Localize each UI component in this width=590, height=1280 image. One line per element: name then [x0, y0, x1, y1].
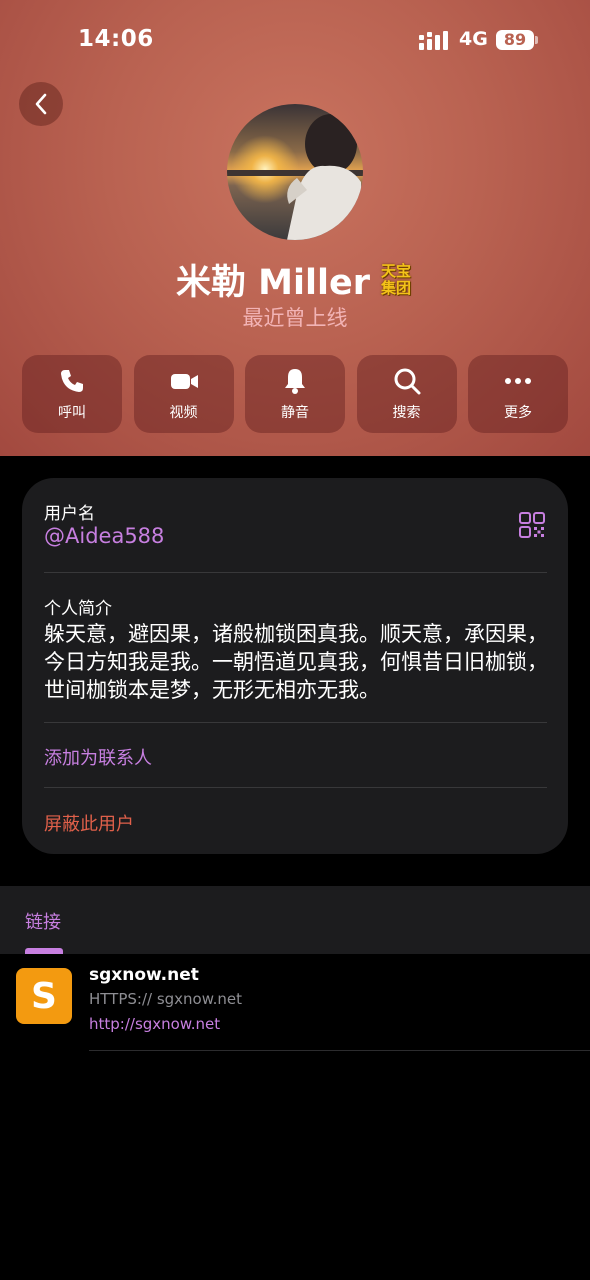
call-button[interactable]: 呼叫 [22, 355, 122, 433]
video-label: 视频 [169, 405, 198, 421]
divider [89, 1050, 590, 1051]
video-icon [170, 374, 198, 389]
name-row: 米勒 Miller 天宝 集团 [0, 254, 590, 305]
call-label: 呼叫 [58, 405, 86, 421]
last-seen-status: 最近曾上线 [242, 306, 348, 330]
bio-label: 个人简介 [44, 599, 112, 619]
search-label: 搜索 [392, 405, 421, 421]
mute-label: 静音 [281, 405, 309, 421]
qr-code-icon[interactable] [518, 511, 546, 539]
link-thumbnail[interactable]: S [16, 968, 72, 1024]
block-user-button[interactable]: 屏蔽此用户 [44, 810, 134, 836]
avatar-image [227, 104, 363, 240]
divider [44, 787, 547, 788]
battery-icon: 89 [496, 30, 534, 50]
divider [44, 722, 547, 723]
status-time: 14:06 [78, 26, 154, 52]
links-tab-bar [0, 886, 590, 954]
back-button[interactable] [19, 82, 63, 126]
divider [44, 572, 547, 573]
mute-button[interactable]: 静音 [245, 355, 345, 433]
add-contact-button[interactable]: 添加为联系人 [44, 744, 152, 770]
tab-indicator [25, 948, 63, 954]
chevron-left-icon [35, 93, 47, 115]
search-button[interactable]: 搜索 [356, 355, 457, 433]
action-bar: 呼叫 视频 静音 搜索 更多 [22, 355, 568, 433]
link-description: HTTPS:// sgxnow.net [89, 990, 243, 1008]
bell-icon [285, 369, 305, 394]
video-button[interactable]: 视频 [133, 355, 234, 433]
phone-icon [61, 370, 83, 392]
battery-tip [535, 36, 538, 44]
more-label: 更多 [504, 405, 532, 421]
badge-line-1: 天宝 [380, 261, 411, 280]
avatar[interactable] [227, 104, 363, 240]
more-icon [505, 378, 531, 384]
bio-text: 躲天意，避因果，诸般枷锁困真我。顺天意，承因果，今日方知我是我。一朝悟道见真我，… [44, 622, 548, 702]
profile-name: 米勒 Miller [175, 263, 370, 303]
tab-links[interactable]: 链接 [25, 908, 61, 934]
badge-line-2: 集团 [380, 278, 411, 297]
network-type: 4G [459, 28, 488, 50]
link-title[interactable]: sgxnow.net [89, 965, 199, 985]
more-button[interactable]: 更多 [468, 355, 568, 433]
link-url[interactable]: http://sgxnow.net [89, 1015, 220, 1033]
username-value[interactable]: @Aidea588 [44, 524, 164, 548]
search-icon [394, 368, 420, 395]
group-badge: 天宝 集团 [378, 261, 414, 299]
username-label: 用户名 [44, 504, 95, 524]
signal-icon [419, 31, 448, 50]
